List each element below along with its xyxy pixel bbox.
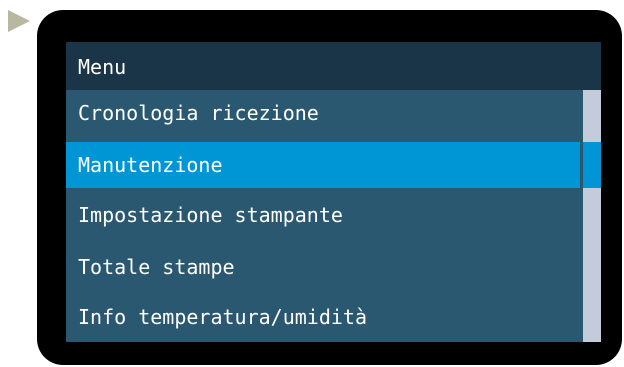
menu-item-impostazione-stampante[interactable]: Impostazione stampante (66, 192, 580, 240)
menu-item-totale-stampe[interactable]: Totale stampe (66, 244, 580, 292)
menu-item-info-temperatura-umidita[interactable]: Info temperatura/umidità (66, 294, 580, 342)
menu-item-label: Totale stampe (78, 255, 235, 279)
scrollbar-thumb[interactable] (583, 142, 601, 188)
page-title: Menu (78, 55, 127, 79)
play-arrow-icon (8, 10, 30, 32)
menu-item-label: Impostazione stampante (78, 203, 343, 227)
menu-item-manutenzione[interactable]: Manutenzione (66, 142, 580, 188)
scrollbar-track[interactable] (583, 90, 601, 342)
menu-item-label: Cronologia ricezione (78, 101, 319, 125)
lcd-screen: Menu Cronologia ricezione Manutenzione I… (66, 42, 601, 342)
menu-item-label: Info temperatura/umidità (78, 305, 367, 329)
menu-item-label: Manutenzione (78, 153, 223, 177)
menu-item-cronologia-ricezione[interactable]: Cronologia ricezione (66, 90, 580, 138)
menu-header: Menu (66, 42, 601, 90)
